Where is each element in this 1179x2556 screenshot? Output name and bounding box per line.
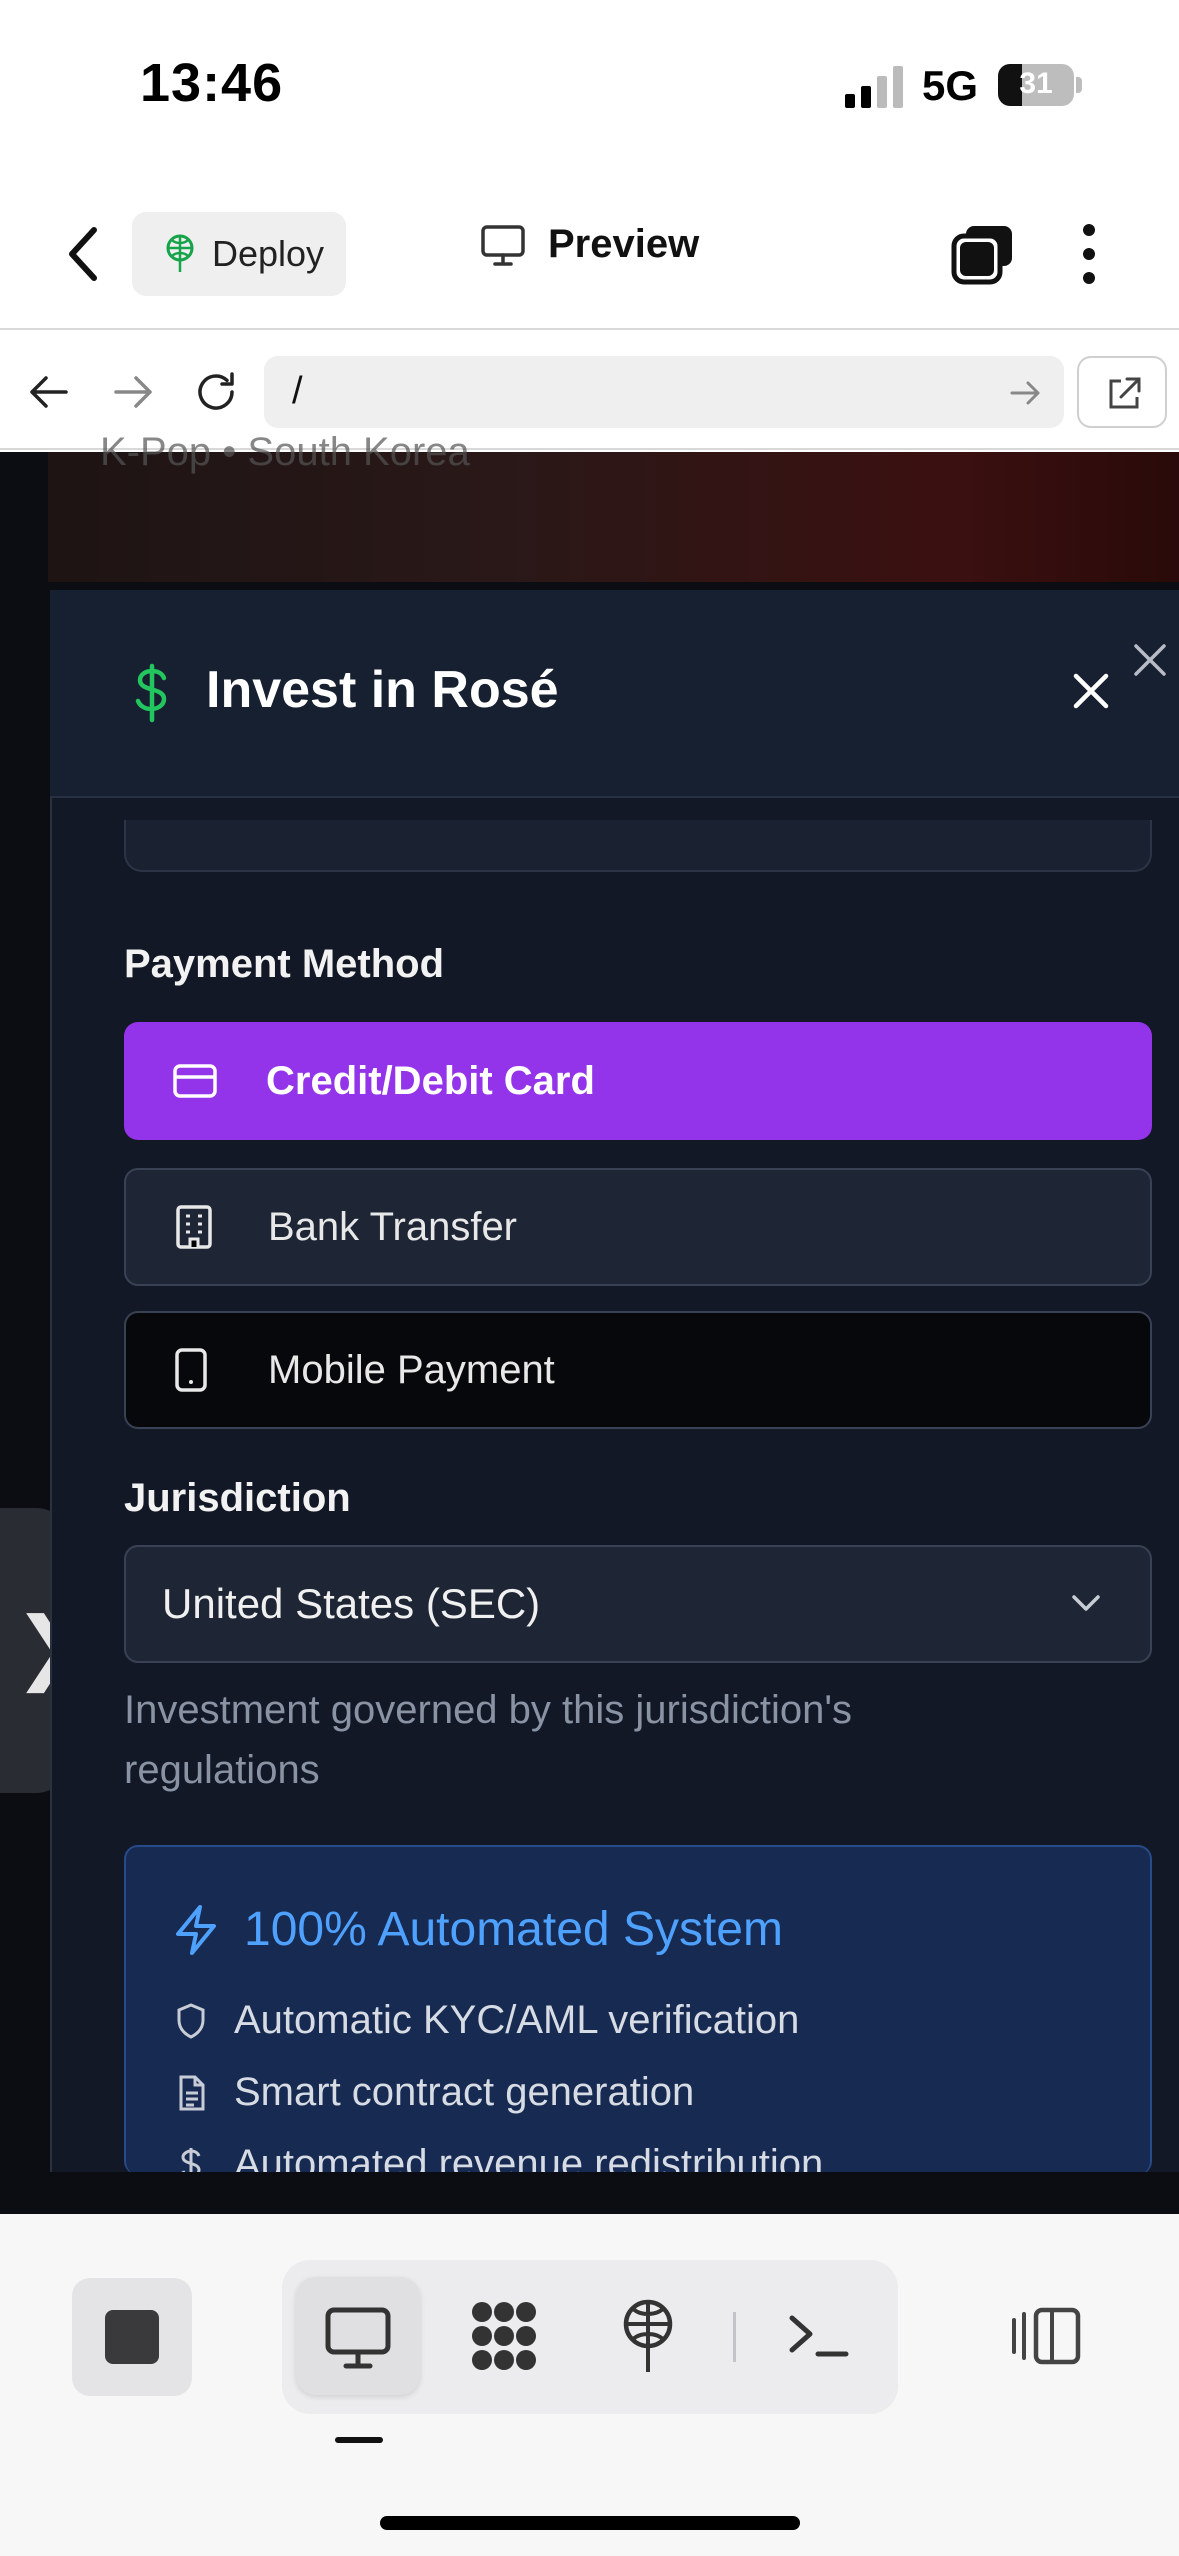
deploy-icon[interactable] [608, 2296, 688, 2376]
url-text: / [292, 370, 303, 412]
credit-card-icon [173, 1064, 217, 1098]
close-icon[interactable] [1132, 642, 1168, 678]
automation-feature: Automatic KYC/AML verification [234, 1998, 800, 2042]
building-icon [176, 1205, 212, 1249]
reload-icon[interactable] [192, 368, 240, 416]
panel-toggle-icon[interactable] [1006, 2296, 1086, 2376]
stop-icon [105, 2310, 159, 2364]
browser-back-icon[interactable] [26, 372, 70, 412]
lightning-icon [176, 1905, 216, 1955]
preview-tab[interactable]: Preview [480, 222, 699, 267]
dollar-icon [135, 663, 167, 723]
battery-icon: 31 [998, 64, 1074, 106]
jurisdiction-help: Investment governed by this jurisdiction… [124, 1688, 852, 1792]
apps-icon[interactable] [464, 2296, 544, 2376]
payment-option-mobile[interactable]: Mobile Payment [124, 1311, 1152, 1429]
more-options-icon[interactable] [1074, 222, 1104, 286]
payment-option-bank[interactable]: Bank Transfer [124, 1168, 1152, 1286]
deploy-icon [166, 234, 194, 272]
automation-feature: Smart contract generation [234, 2070, 695, 2114]
url-input[interactable] [264, 356, 1064, 428]
toolbar-divider [733, 2312, 736, 2362]
battery-tip [1076, 77, 1082, 93]
amount-field[interactable] [124, 820, 1152, 872]
monitor-icon [481, 224, 525, 266]
external-link-icon [1109, 377, 1141, 409]
terminal-icon[interactable] [778, 2296, 858, 2376]
battery-level: 31 [1019, 67, 1053, 100]
hero-subtitle: K-Pop • South Korea [100, 430, 470, 474]
go-icon[interactable] [1010, 380, 1042, 406]
jurisdiction-select[interactable]: United States (SEC) [124, 1545, 1152, 1663]
back-icon[interactable] [64, 224, 104, 284]
payment-option-label: Mobile Payment [268, 1347, 555, 1392]
chevron-down-icon [1072, 1595, 1100, 1611]
jurisdiction-value: United States (SEC) [162, 1580, 541, 1627]
modal-title: Invest in Rosé [206, 661, 559, 719]
open-external-button[interactable] [1077, 356, 1167, 428]
payment-option-card[interactable]: Credit/Debit Card [124, 1022, 1152, 1140]
close-icon[interactable] [1068, 668, 1114, 714]
document-icon [179, 2075, 205, 2111]
payment-method-label: Payment Method [124, 942, 445, 986]
stop-button[interactable] [72, 2278, 192, 2396]
automation-title: 100% Automated System [244, 1903, 783, 1956]
smartphone-icon [175, 1348, 207, 1392]
payment-option-label: Bank Transfer [268, 1204, 518, 1249]
jurisdiction-label: Jurisdiction [124, 1476, 351, 1520]
browser-forward-icon[interactable] [112, 372, 156, 412]
network-type: 5G [922, 62, 979, 109]
signal-icon [845, 66, 903, 108]
home-indicator [380, 2516, 800, 2530]
deploy-button[interactable]: Deploy [132, 212, 346, 296]
tabs-icon[interactable] [950, 222, 1016, 286]
payment-option-label: Credit/Debit Card [266, 1058, 595, 1103]
status-time: 13:46 [140, 53, 284, 113]
deploy-label: Deploy [212, 233, 325, 274]
active-indicator [335, 2437, 383, 2443]
shield-icon [177, 2003, 205, 2039]
page-bottom-edge [0, 2172, 1179, 2214]
desktop-icon [325, 2307, 391, 2369]
preview-label: Preview [548, 222, 700, 266]
